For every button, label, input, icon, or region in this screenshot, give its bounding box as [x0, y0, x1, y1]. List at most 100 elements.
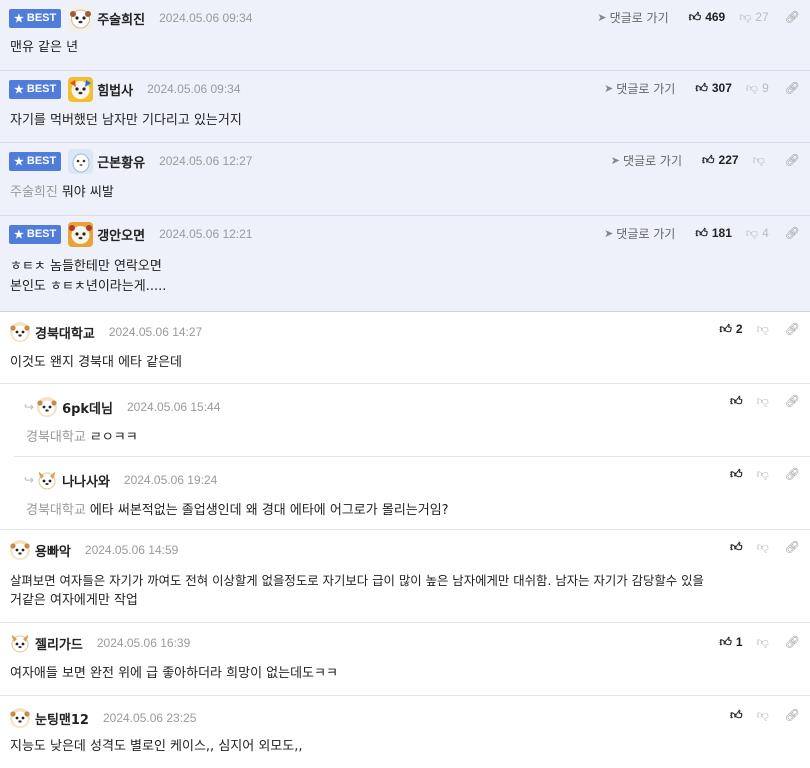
avatar[interactable] — [36, 469, 58, 491]
avatar[interactable] — [9, 632, 31, 654]
thumbs-up-icon: 👍︎ — [702, 152, 715, 167]
avatar[interactable] — [9, 707, 31, 729]
comment: 용빠악 2024.05.06 14:59 👍︎ 👎︎ 🔗︎ 살펴보면 여자들은 … — [0, 530, 810, 623]
upvote-button[interactable]: 👍︎ 2 — [719, 322, 742, 337]
thumbs-up-icon: 👍︎ — [695, 80, 708, 95]
thumbs-up-icon: 👍︎ — [730, 393, 743, 408]
star-icon: ★ — [14, 228, 24, 241]
downvote-button[interactable]: 👎︎ — [757, 394, 769, 409]
avatar[interactable] — [9, 539, 31, 561]
downvote-button[interactable]: 👎︎ — [753, 153, 769, 168]
comment-date: 2024.05.06 23:25 — [102, 711, 197, 725]
thumbs-down-icon: 👎︎ — [756, 321, 769, 336]
reply-target-nick[interactable]: 경북대학교 — [26, 503, 86, 518]
downvote-button[interactable]: 👎︎ — [757, 635, 769, 650]
comment-date: 2024.05.06 19:24 — [123, 473, 218, 487]
goto-comment-link[interactable]: ➤ 댓글로 가기 — [604, 225, 675, 242]
thumbs-up-icon: 👍︎ — [730, 707, 743, 722]
goto-comment-link[interactable]: ➤ 댓글로 가기 — [611, 152, 682, 169]
author-nick[interactable]: 경북대학교 — [35, 323, 95, 342]
avatar[interactable] — [68, 76, 94, 102]
best-comment: ★ BEST 힘법사 2024.05.06 09:34 ➤ 댓글로 가기 👍︎ 307… — [0, 71, 810, 143]
author-nick[interactable]: 주술희진 — [97, 9, 145, 28]
thumbs-down-icon: 👎︎ — [756, 539, 769, 554]
comment-list: ★ BEST 주술희진 2024.05.06 09:34 ➤ 댓글로 가기 👍︎ 46… — [0, 0, 810, 768]
best-badge: ★ BEST — [9, 8, 62, 28]
comment-date: 2024.05.06 09:34 — [147, 82, 241, 96]
comment: 젤리가드 2024.05.06 16:39 👍︎ 1 👎︎ 🔗︎ 여자애들 보면 … — [0, 623, 810, 696]
upvote-button[interactable]: 👍︎ — [730, 540, 743, 555]
comment-date: 2024.05.06 15:44 — [126, 400, 221, 414]
link-icon[interactable]: 🔗︎ — [785, 540, 800, 554]
thumbs-down-icon: 👎︎ — [745, 225, 759, 240]
comment-text: ㅎㅌㅊ 놈들한테만 연락오면 본인도 ㅎㅌㅊ년이라는게..... — [10, 259, 167, 294]
best-badge: ★ BEST — [9, 224, 62, 244]
upvote-button[interactable]: 👍︎ 227 — [702, 153, 739, 168]
thumbs-down-icon: 👎︎ — [745, 80, 759, 95]
link-icon[interactable]: 🔗︎ — [785, 467, 800, 481]
thumbs-down-icon: 👎︎ — [756, 634, 769, 649]
comment-date: 2024.05.06 14:27 — [108, 325, 203, 339]
author-nick[interactable]: 눈팅맨12 — [35, 709, 89, 728]
downvote-button[interactable]: 👎︎ — [757, 540, 769, 555]
thumbs-down-icon: 👎︎ — [739, 9, 752, 24]
best-comment: ★ BEST 주술희진 2024.05.06 09:34 ➤ 댓글로 가기 👍︎ 46… — [0, 0, 810, 71]
author-nick[interactable]: 젤리가드 — [35, 634, 83, 653]
downvote-button[interactable]: 👎︎ — [757, 708, 769, 723]
comment-date: 2024.05.06 09:34 — [159, 11, 253, 25]
link-icon[interactable]: 🔗︎ — [785, 394, 800, 408]
avatar[interactable] — [68, 221, 94, 247]
comment-text: 지능도 낮은데 성격도 별로인 케이스,, 심지어 외모도,, — [10, 739, 303, 754]
goto-comment-link[interactable]: ➤ 댓글로 가기 — [604, 80, 675, 97]
reply-comment: ↪ 나나사와 2024.05.06 19:24 👍︎ 👎︎ 🔗︎ 경북대학교 에타… — [0, 457, 810, 530]
upvote-button[interactable]: 👍︎ — [730, 394, 743, 409]
link-icon[interactable]: 🔗︎ — [785, 322, 800, 336]
thumbs-up-icon: 👍︎ — [719, 321, 732, 336]
author-nick[interactable]: 힘법사 — [97, 80, 133, 99]
link-icon[interactable]: 🔗︎ — [785, 81, 800, 95]
comment-text: 맨유 같은 년 — [10, 40, 79, 55]
thumbs-up-icon: 👍︎ — [719, 634, 732, 649]
upvote-button[interactable]: 👍︎ 307 — [695, 81, 732, 96]
link-icon[interactable]: 🔗︎ — [785, 226, 800, 240]
link-icon[interactable]: 🔗︎ — [785, 708, 800, 722]
comment-text: 경북대학교 ㄹㅇㅋㅋ — [26, 430, 138, 445]
reply-target-nick[interactable]: 주술희진 — [10, 185, 58, 200]
upvote-button[interactable]: 👍︎ — [730, 708, 743, 723]
best-badge: ★ BEST — [9, 151, 62, 171]
author-nick[interactable]: 근본황유 — [97, 152, 145, 171]
avatar[interactable] — [9, 321, 31, 343]
reply-target-nick[interactable]: 경북대학교 — [26, 430, 86, 445]
downvote-button[interactable]: 👎︎ — [757, 322, 769, 337]
link-icon[interactable]: 🔗︎ — [785, 10, 800, 24]
upvote-button[interactable]: 👍︎ 181 — [695, 226, 732, 241]
author-nick[interactable]: 용빠악 — [35, 541, 71, 560]
send-icon: ➤ — [604, 226, 614, 240]
goto-comment-link[interactable]: ➤ 댓글로 가기 — [597, 9, 668, 26]
author-nick[interactable]: 나나사와 — [62, 471, 110, 490]
downvote-button[interactable]: 👎︎ — [757, 467, 769, 482]
star-icon: ★ — [14, 155, 24, 168]
avatar[interactable] — [68, 5, 94, 31]
comment-text: 이것도 왠지 경북대 에타 같은데 — [10, 355, 183, 370]
send-icon: ➤ — [610, 153, 620, 167]
author-nick[interactable]: 갱안오면 — [97, 225, 145, 244]
thumbs-up-icon: 👍︎ — [695, 225, 708, 240]
downvote-button[interactable]: 👎︎ 4 — [746, 226, 769, 241]
avatar[interactable] — [36, 396, 58, 418]
avatar[interactable] — [68, 148, 94, 174]
reply-arrow-icon: ↪ — [24, 473, 35, 487]
thumbs-up-icon: 👍︎ — [730, 539, 743, 554]
link-icon[interactable]: 🔗︎ — [785, 635, 800, 649]
upvote-button[interactable]: 👍︎ — [730, 467, 743, 482]
comment-date: 2024.05.06 12:27 — [159, 154, 253, 168]
downvote-button[interactable]: 👎︎ 9 — [746, 81, 769, 96]
upvote-button[interactable]: 👍︎ 469 — [689, 10, 726, 25]
thumbs-down-icon: 👎︎ — [756, 466, 769, 481]
best-comment: ★ BEST 갱안오면 2024.05.06 12:21 ➤ 댓글로 가기 👍︎ 18… — [0, 216, 810, 312]
star-icon: ★ — [14, 12, 24, 25]
upvote-button[interactable]: 👍︎ 1 — [719, 635, 742, 650]
downvote-button[interactable]: 👎︎ 27 — [739, 10, 769, 25]
link-icon[interactable]: 🔗︎ — [785, 153, 800, 167]
author-nick[interactable]: 6pk데님 — [62, 398, 113, 417]
